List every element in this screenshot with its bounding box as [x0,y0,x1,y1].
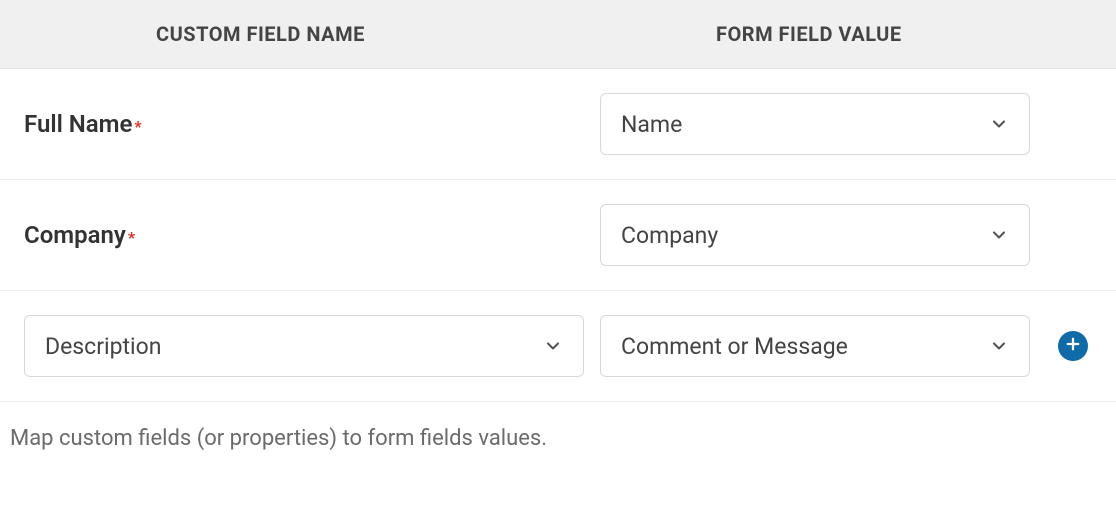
select-value: Name [621,111,682,138]
add-mapping-button[interactable] [1058,331,1088,361]
required-marker: * [134,117,141,136]
chevron-down-icon [543,336,563,356]
select-value: Comment or Message [621,333,848,360]
select-custom-value[interactable]: Comment or Message [600,315,1030,377]
chevron-down-icon [989,114,1009,134]
header-form-field-value: FORM FIELD VALUE [600,22,1040,46]
mapping-row-company: Company* Company [0,180,1116,291]
select-custom-field[interactable]: Description [24,315,584,377]
footer-help-text: Map custom fields (or properties) to for… [0,402,1116,475]
label-company: Company [24,221,126,249]
chevron-down-icon [989,336,1009,356]
label-full-name: Full Name [24,110,132,138]
mapping-row-custom: Description Comment or Message [0,291,1116,402]
plus-circle-icon [1064,335,1082,357]
select-full-name-value[interactable]: Name [600,93,1030,155]
table-header-row: CUSTOM FIELD NAME FORM FIELD VALUE [0,0,1116,69]
chevron-down-icon [989,225,1009,245]
select-value: Description [45,333,161,360]
select-company-value[interactable]: Company [600,204,1030,266]
select-value: Company [621,222,718,249]
mapping-row-full-name: Full Name* Name [0,69,1116,180]
required-marker: * [128,228,135,247]
header-custom-field-name: CUSTOM FIELD NAME [24,22,600,46]
